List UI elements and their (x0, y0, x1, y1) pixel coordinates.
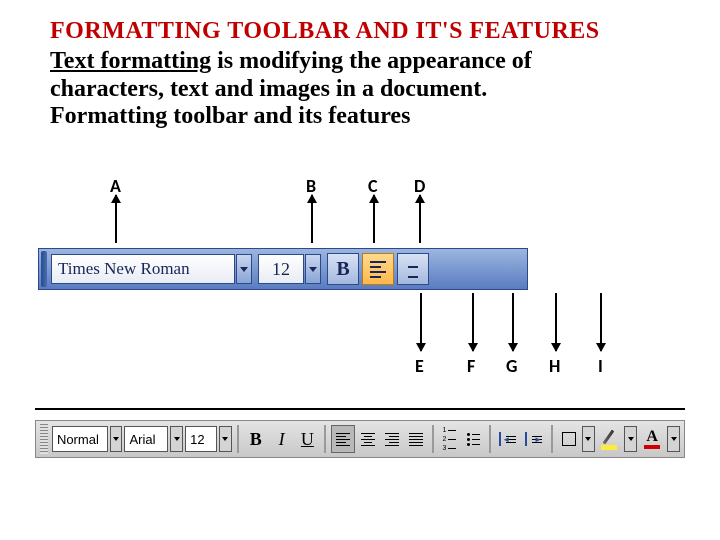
slide-title: FORMATTING TOOLBAR AND IT'S FEATURES (50, 18, 600, 45)
separator (237, 425, 239, 453)
underline-button[interactable]: U (295, 426, 319, 452)
arrow-B (311, 195, 313, 243)
bottom-labels-row: E F G H I (0, 355, 720, 375)
align-justify-button[interactable] (405, 426, 427, 452)
font-name-field[interactable]: Times New Roman (51, 254, 235, 284)
align-center-button[interactable] (397, 253, 429, 285)
description-paragraph: Text formatting is modifying the appeara… (50, 48, 610, 131)
toolbar2-grip[interactable] (40, 424, 48, 454)
label-H: H (549, 355, 560, 377)
arrow-G (512, 293, 514, 351)
separator (489, 425, 491, 453)
lead-term: Text formatting (50, 48, 211, 74)
bold2-button[interactable]: B (244, 426, 268, 452)
font-color-dropdown-icon[interactable] (667, 426, 680, 452)
font2-dropdown-icon[interactable] (170, 426, 183, 452)
font-size-field[interactable]: 12 (258, 254, 304, 284)
top-labels-row: A B C D (0, 175, 720, 195)
italic-button[interactable]: I (270, 426, 294, 452)
separator (551, 425, 553, 453)
decrease-indent-button[interactable]: ◄ (496, 426, 520, 452)
arrow-A (115, 195, 117, 243)
borders-button[interactable] (558, 426, 580, 452)
style-dropdown-icon[interactable] (110, 426, 123, 452)
bold-button[interactable]: B (327, 253, 359, 285)
size2-field[interactable]: 12 (185, 426, 217, 452)
arrow-C (373, 195, 375, 243)
separator (432, 425, 434, 453)
borders-dropdown-icon[interactable] (582, 426, 595, 452)
font2-field[interactable]: Arial (124, 426, 168, 452)
formatting-toolbar-1: Times New Roman 12 B (38, 248, 528, 290)
align-right-button[interactable] (381, 426, 403, 452)
style-field[interactable]: Normal (52, 426, 108, 452)
label-I: I (598, 355, 603, 377)
numbered-list-button[interactable]: 123 (439, 426, 461, 452)
size2-dropdown-icon[interactable] (219, 426, 232, 452)
label-F: F (467, 355, 475, 377)
toolbar-grip[interactable] (41, 251, 47, 287)
font-color-button[interactable]: A (639, 426, 665, 452)
label-E: E (415, 355, 424, 377)
formatting-toolbar-2: Normal Arial 12 B I U 123 ◄ ► A (35, 420, 685, 458)
font-size-dropdown-icon[interactable] (305, 254, 321, 284)
para-line3: Formatting toolbar and its features (50, 103, 410, 129)
align-center-button2[interactable] (357, 426, 379, 452)
label-G: G (506, 355, 517, 377)
increase-indent-button[interactable]: ► (522, 426, 546, 452)
highlight-button[interactable] (597, 426, 623, 452)
arrow-I (600, 293, 602, 351)
bulleted-list-button[interactable] (462, 426, 484, 452)
arrow-H (555, 293, 557, 351)
top-arrows (0, 195, 720, 250)
align-left-button[interactable] (331, 425, 355, 453)
highlight-dropdown-icon[interactable] (624, 426, 637, 452)
arrow-E (420, 293, 422, 351)
separator (324, 425, 326, 453)
align-button-selected[interactable] (362, 253, 394, 285)
arrow-F (472, 293, 474, 351)
bottom-arrows (0, 293, 720, 355)
font-name-dropdown-icon[interactable] (236, 254, 252, 284)
toolbar2-top-border (35, 408, 685, 410)
arrow-D (419, 195, 421, 243)
